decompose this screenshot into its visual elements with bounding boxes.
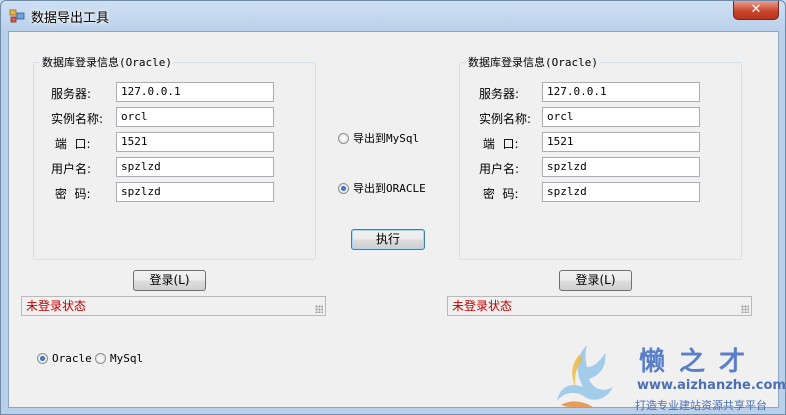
export-oracle-label: 导出到ORACLE	[353, 182, 426, 195]
site-watermark: 懒之才 www.aizhanzhe.com 打造专业建站资源共享平台	[549, 341, 786, 414]
left-username-label: 用户名:	[51, 162, 92, 176]
resize-grip-icon	[741, 305, 749, 313]
right-login-group: 数据库登录信息(Oracle) 服务器: 127.0.0.1 实例名称: orc…	[459, 54, 742, 260]
left-port-label: 端 口:	[51, 137, 91, 151]
right-port-input[interactable]: 1521	[542, 132, 700, 152]
resize-grip-icon	[315, 305, 323, 313]
right-port-label: 端 口:	[479, 137, 519, 151]
left-login-button[interactable]: 登录(L)	[133, 270, 206, 291]
right-status-bar: 未登录状态	[447, 296, 752, 316]
app-window-icon	[9, 9, 25, 23]
export-mysql-label: 导出到MySql	[353, 132, 420, 145]
radio-unchecked-icon	[338, 132, 349, 144]
source-oracle-label: Oracle	[52, 352, 92, 365]
left-status-text: 未登录状态	[26, 299, 87, 313]
export-oracle-radio[interactable]: 导出到ORACLE	[338, 180, 426, 196]
source-mysql-radio[interactable]: MySql	[95, 352, 143, 365]
left-instance-input[interactable]: orcl	[116, 107, 274, 127]
right-server-label: 服务器:	[479, 87, 520, 101]
left-port-input[interactable]: 1521	[116, 132, 274, 152]
left-username-input[interactable]: spzlzd	[116, 157, 274, 177]
export-mysql-radio[interactable]: 导出到MySql	[338, 130, 419, 146]
radio-checked-icon	[338, 182, 349, 194]
right-instance-input[interactable]: orcl	[542, 107, 700, 127]
right-status-text: 未登录状态	[452, 299, 513, 313]
left-password-input[interactable]: spzlzd	[116, 182, 274, 202]
close-button[interactable]: ✕	[733, 1, 779, 20]
radio-unchecked-icon	[95, 353, 106, 364]
left-server-label: 服务器:	[51, 87, 92, 101]
right-username-label: 用户名:	[479, 162, 520, 176]
title-bar[interactable]: 数据导出工具 ✕	[1, 1, 785, 31]
right-username-input[interactable]: spzlzd	[542, 157, 700, 177]
left-group-title: 数据库登录信息(Oracle)	[40, 54, 174, 70]
left-instance-label: 实例名称:	[51, 112, 104, 126]
close-icon: ✕	[750, 2, 762, 17]
left-status-bar: 未登录状态	[21, 296, 326, 316]
app-window: 数据导出工具 ✕ 数据库登录信息(Oracle) 服务器: 127.0.0.1 …	[0, 0, 786, 415]
watermark-url: www.aizhanzhe.com	[637, 378, 786, 393]
radio-checked-icon	[37, 353, 48, 364]
watermark-brand: 懒之才	[639, 347, 760, 377]
watermark-logo-icon	[557, 345, 613, 408]
right-password-label: 密 码:	[479, 187, 519, 201]
right-login-button[interactable]: 登录(L)	[559, 270, 632, 291]
right-group-title: 数据库登录信息(Oracle)	[466, 54, 600, 70]
source-oracle-radio[interactable]: Oracle	[37, 352, 92, 365]
window-title: 数据导出工具	[31, 11, 110, 26]
right-instance-label: 实例名称:	[479, 112, 532, 126]
source-mysql-label: MySql	[110, 352, 144, 365]
left-server-input[interactable]: 127.0.0.1	[116, 82, 274, 102]
execute-button[interactable]: 执行	[351, 229, 425, 250]
right-password-input[interactable]: spzlzd	[542, 182, 700, 202]
watermark-slogan: 打造专业建站资源共享平台	[635, 399, 767, 412]
left-password-label: 密 码:	[51, 187, 91, 201]
left-login-group: 数据库登录信息(Oracle) 服务器: 127.0.0.1 实例名称: orc…	[33, 54, 316, 260]
right-server-input[interactable]: 127.0.0.1	[542, 82, 700, 102]
